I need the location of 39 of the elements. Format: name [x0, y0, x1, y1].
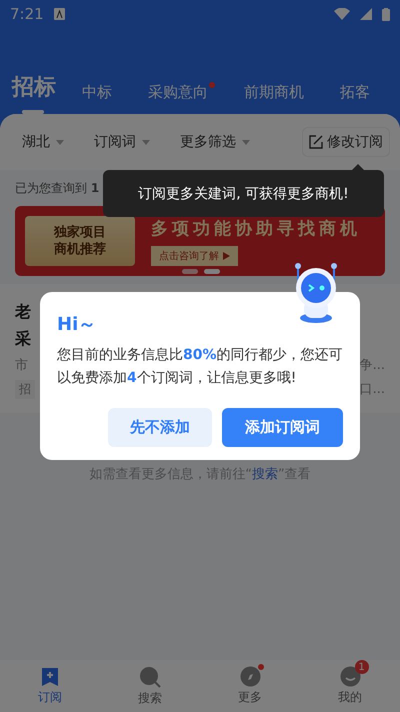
caret-icon	[56, 140, 64, 144]
count-badge: 1	[354, 660, 368, 674]
nav-tab[interactable]: 1 我的	[300, 660, 400, 712]
smile-icon	[340, 666, 360, 687]
dialog-message: 您目前的业务信息比80%的同行都少，您还可以免费添加4个订阅词，让信息更多哦!	[57, 346, 343, 388]
battery-icon	[382, 8, 390, 20]
filter-dropdown[interactable]: 订阅词	[94, 133, 136, 151]
caret-icon	[142, 140, 150, 144]
nav-tab[interactable]: 更多	[200, 660, 300, 712]
filter-dropdown[interactable]: 更多筛选	[180, 133, 236, 151]
add-keywords-button[interactable]: 添加订阅词	[222, 408, 343, 447]
award-badge: 独家项目 商机推荐	[25, 216, 135, 266]
signal-icon	[360, 8, 372, 20]
dismiss-button[interactable]: 先不添加	[108, 408, 212, 447]
search-icon	[139, 666, 161, 688]
result-detail: 口...	[360, 381, 385, 399]
bookmark-plus-icon	[40, 666, 60, 686]
result-snippet: 争...	[360, 357, 385, 374]
filter-dropdown[interactable]: 湖北	[22, 133, 50, 151]
play-icon	[223, 252, 230, 260]
carousel-dots	[182, 269, 220, 274]
tooltip-arrow	[352, 164, 364, 170]
caret-icon	[242, 140, 250, 144]
result-title[interactable]: 老	[15, 302, 31, 321]
notification-icon	[54, 8, 65, 20]
nav-tab[interactable]: 搜索	[100, 660, 200, 712]
status-time: 7:21	[10, 5, 44, 23]
consult-button[interactable]: 点击咨询了解	[151, 246, 238, 266]
edit-icon	[309, 135, 323, 149]
banner-headline: 多项功能协助寻找商机	[151, 218, 361, 240]
result-snippet: 市	[15, 357, 28, 374]
wifi-icon	[334, 8, 350, 20]
result-title[interactable]: 采	[15, 329, 31, 348]
tooltip: 订阅更多关建词, 可获得更多商机!	[103, 170, 384, 217]
edit-subscription-button[interactable]: 修改订阅	[302, 127, 390, 157]
dialog-greeting: Hi～	[57, 313, 98, 336]
compass-icon	[240, 666, 260, 687]
nav-tab[interactable]: 订阅	[0, 660, 100, 712]
result-count: 已为您查询到 1	[15, 181, 100, 195]
